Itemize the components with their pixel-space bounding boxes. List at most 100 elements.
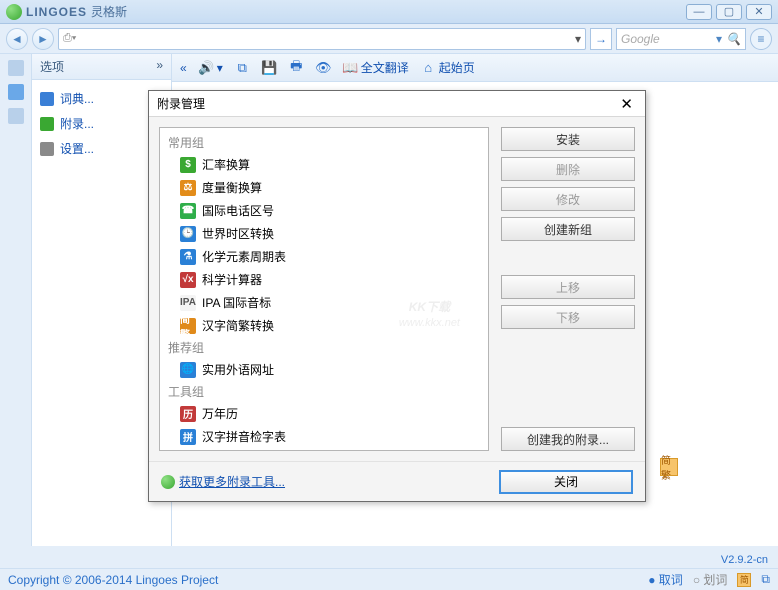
tree-item[interactable]: $ 汇率换算: [162, 153, 486, 176]
tree-item-label: 汉字简繁转换: [202, 317, 274, 334]
content-toolbar: « 🔊▾ ⧉ 💾 🖶 👁 📖全文翻译 ⌂起始页: [172, 54, 778, 82]
sidebar-item-1[interactable]: 附录...: [38, 111, 165, 136]
dialog-close-icon[interactable]: ✕: [616, 95, 637, 113]
newgroup-button[interactable]: 创建新组: [501, 217, 635, 241]
more-tools-link[interactable]: 获取更多附录工具...: [161, 473, 285, 490]
app-logo-icon: [6, 4, 22, 20]
install-button[interactable]: 安装: [501, 127, 635, 151]
tree-group-label: 常用组: [162, 132, 486, 153]
tree-item[interactable]: 历万年历: [162, 402, 486, 425]
sidebar-item-2[interactable]: 设置...: [38, 136, 165, 161]
gutter-icon-1[interactable]: [8, 60, 24, 76]
tree-item-icon: 简繁: [180, 318, 196, 334]
minimize-button[interactable]: —: [686, 4, 712, 20]
tree-item-icon: IPA: [180, 295, 196, 311]
tree-item-label: 度量衡换算: [202, 179, 262, 196]
sidebar-item-label: 附录...: [60, 115, 94, 132]
tree-item-icon: ⚖: [180, 180, 196, 196]
tb-home[interactable]: ⌂起始页: [421, 59, 475, 76]
conversion-badge[interactable]: 简繁: [660, 458, 678, 476]
tree-item[interactable]: ☎ 国际电话区号: [162, 199, 486, 222]
appendix-dialog: 附录管理 ✕ KK下载www.kkx.net 常用组$汇率换算⚖度量衡换算☎国际…: [148, 90, 646, 502]
tree-item-icon: 历: [180, 406, 196, 422]
tree-group-label: 推荐组: [162, 337, 486, 358]
status-icon-2[interactable]: ⧉: [761, 572, 770, 587]
tree-item-label: 国际电话区号: [202, 202, 274, 219]
create-mine-button[interactable]: 创建我的附录...: [501, 427, 635, 451]
back-button[interactable]: ◄: [6, 28, 28, 50]
dialog-title: 附录管理: [157, 95, 205, 112]
modify-button[interactable]: 修改: [501, 187, 635, 211]
tree-group-label: 工具组: [162, 381, 486, 402]
tb-copy-icon[interactable]: ⧉: [235, 60, 250, 75]
tree-item-icon: $: [180, 157, 196, 173]
brand-name-cn: 灵格斯: [91, 3, 127, 20]
sidebar-header: 选项: [40, 58, 64, 75]
titlebar: LINGOES 灵格斯 — ▢ ✕: [0, 0, 778, 24]
search-dropdown-icon[interactable]: ▾: [716, 32, 722, 46]
gutter-icon-2[interactable]: [8, 84, 24, 100]
tree-item-icon: 拼: [180, 429, 196, 445]
gutter-icon-3[interactable]: [8, 108, 24, 124]
tree-item[interactable]: IPA IPA 国际音标: [162, 291, 486, 314]
tree-item[interactable]: ⚖ 度量衡换算: [162, 176, 486, 199]
tree-item[interactable]: 简繁汉字简繁转换: [162, 314, 486, 337]
stroke-word-toggle[interactable]: ○ 划词: [693, 571, 728, 588]
go-button[interactable]: →: [590, 28, 612, 50]
tree-item-label: 化学元素周期表: [202, 248, 286, 265]
search-placeholder: Google: [621, 32, 660, 46]
sidebar-collapse-icon[interactable]: »: [156, 58, 163, 75]
tree-item[interactable]: ⚗ 化学元素周期表: [162, 245, 486, 268]
movedown-button[interactable]: 下移: [501, 305, 635, 329]
close-button[interactable]: ✕: [746, 4, 772, 20]
tree-item-label: 汉字拼音检字表: [202, 428, 286, 445]
left-gutter: [0, 54, 32, 546]
sidebar-item-label: 词典...: [60, 90, 94, 107]
tree-item-label: 汇率换算: [202, 156, 250, 173]
tb-find-icon[interactable]: 👁: [316, 60, 331, 75]
sidebar-item-icon: [40, 142, 54, 156]
globe-icon: [161, 475, 175, 489]
address-input[interactable]: ⎙▾ ▾: [58, 28, 586, 50]
maximize-button[interactable]: ▢: [716, 4, 742, 20]
sidebar-item-0[interactable]: 词典...: [38, 86, 165, 111]
menu-button[interactable]: ≡: [750, 28, 772, 50]
tree-item[interactable]: 字汉字部首检字表: [162, 448, 486, 451]
appendix-tree[interactable]: KK下载www.kkx.net 常用组$汇率换算⚖度量衡换算☎国际电话区号🕒世界…: [159, 127, 489, 451]
sidebar-item-icon: [40, 92, 54, 106]
tree-item-label: 万年历: [202, 405, 238, 422]
statusbar: Copyright © 2006-2014 Lingoes Project ● …: [0, 568, 778, 590]
search-icon[interactable]: 🔍: [726, 32, 741, 46]
copyright: Copyright © 2006-2014 Lingoes Project: [8, 573, 218, 587]
dialog-close-button[interactable]: 关闭: [499, 470, 633, 494]
moveup-button[interactable]: 上移: [501, 275, 635, 299]
tb-fulltrans[interactable]: 📖全文翻译: [343, 59, 409, 76]
sidebar-item-icon: [40, 117, 54, 131]
tree-item-icon: √x: [180, 272, 196, 288]
tree-item-icon: 🕒: [180, 226, 196, 242]
status-icon-1[interactable]: 简: [737, 573, 751, 587]
tree-item[interactable]: √x科学计算器: [162, 268, 486, 291]
tree-item-label: IPA 国际音标: [202, 294, 271, 311]
tb-save-icon[interactable]: 💾: [262, 60, 277, 75]
delete-button[interactable]: 删除: [501, 157, 635, 181]
address-prefix-icon: ⎙▾: [63, 32, 76, 45]
tree-item[interactable]: 🕒世界时区转换: [162, 222, 486, 245]
forward-button[interactable]: ►: [32, 28, 54, 50]
tb-print-icon[interactable]: 🖶: [289, 60, 304, 75]
search-input[interactable]: Google ▾ 🔍: [616, 28, 746, 50]
tree-item-icon: ☎: [180, 203, 196, 219]
tree-item-icon: 🌐: [180, 362, 196, 378]
tb-sound-icon[interactable]: 🔊▾: [199, 60, 223, 75]
tb-back-icon[interactable]: «: [180, 61, 187, 75]
tree-item-label: 实用外语网址: [202, 361, 274, 378]
address-dropdown-icon[interactable]: ▾: [575, 32, 581, 46]
pick-word-toggle[interactable]: ● 取词: [648, 571, 683, 588]
tree-item-icon: ⚗: [180, 249, 196, 265]
brand-name: LINGOES: [26, 5, 87, 19]
tree-item[interactable]: 拼汉字拼音检字表: [162, 425, 486, 448]
version-label: V2.9.2-cn: [721, 554, 768, 566]
address-toolbar: ◄ ► ⎙▾ ▾ → Google ▾ 🔍 ≡: [0, 24, 778, 54]
tree-item[interactable]: 🌐 实用外语网址: [162, 358, 486, 381]
sidebar-item-label: 设置...: [60, 140, 94, 157]
